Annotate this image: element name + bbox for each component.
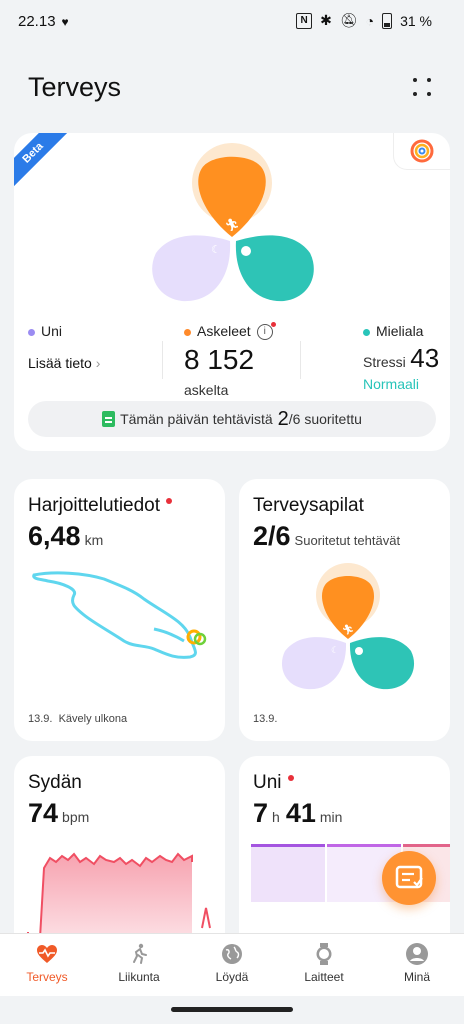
health-clover-title: Terveysapilat [253,495,364,516]
steps-runner-icon: 🏃︎ [342,624,355,636]
globe-icon [222,944,242,964]
checklist-icon [395,865,423,889]
sleep-dot [28,328,35,336]
activity-rings-icon [410,139,434,163]
status-bar: 22.13 ♥ N ✱ 🔕︎ ◔ 31 % [0,0,464,44]
add-sleep-data-link[interactable]: Lisää tieto › [28,355,100,371]
bottom-navigation: Terveys Liikunta Löydä Laitteet Minä [0,933,464,996]
heart-title: Sydän [28,772,82,793]
sleep-moon-icon: ☾ [211,244,221,256]
exercise-title: Harjoittelutiedot [28,495,161,516]
running-person-icon [133,943,147,964]
sleep-title: Uni [253,772,282,793]
info-icon[interactable]: i [256,322,276,341]
steps-unit: askelta [184,382,229,399]
mood-face-icon [241,246,251,256]
health-sync-icon: ♥ [61,15,69,29]
battery-icon [382,12,393,29]
nav-devices[interactable]: Laitteet [284,942,364,984]
exercise-footer: 13.9. Kävely ulkona [28,713,128,725]
status-icons: N ✱ 🔕︎ ◔ 31 % [296,12,432,29]
watch-icon [316,943,332,965]
exercise-distance: 6,48 km [28,521,104,551]
page-title: Terveys [28,72,122,102]
steps-value: 8 152 [184,344,255,376]
sleep-column[interactable]: Uni Lisää tieto › [28,323,100,371]
user-avatar-icon [406,943,428,965]
heart-pulse-icon [37,945,57,963]
nav-health[interactable]: Terveys [7,942,87,984]
mute-bell-icon: 🔕︎ [339,12,358,28]
sleep-duration: 7 h 41 min [253,798,343,828]
beta-badge: Beta [14,133,72,192]
tasks-completed: 2/6 Suoritetut tehtävät [253,521,401,551]
mini-clover-graphic: 🏃︎ ☾ [281,563,415,690]
battery-level: 31 % [400,12,432,29]
wifi-icon: ◔ [365,12,375,29]
new-indicator [287,774,294,781]
stress-status: Normaali [363,376,420,392]
divider [300,341,301,379]
tasks-fab-button[interactable] [382,851,436,905]
heart-rate-value: 74 bpm [28,798,90,828]
bluetooth-icon: ✱ [320,12,332,28]
route-map [32,571,207,659]
status-time: 22.13 ♥ [18,13,69,30]
task-document-icon [102,411,116,427]
steps-runner-icon: 🏃︎ [224,218,239,232]
stress-value: 43 [410,343,440,373]
nav-discover[interactable]: Löydä [192,942,272,984]
home-indicator[interactable] [171,1007,293,1012]
nav-me[interactable]: Minä [377,942,457,984]
divider [162,341,163,379]
steps-column[interactable]: Askeleet i 8 152 askelta [184,322,276,399]
daily-tasks-bar[interactable]: Tämän päivän tehtävistä 2/6 suoritettu [28,401,436,437]
mood-dot [363,328,370,336]
nfc-icon: N [296,12,313,29]
nav-exercise[interactable]: Liikunta [99,942,179,984]
health-summary-card[interactable]: Beta 🏃︎ ☾ Uni Lisää tieto › Askeleet i 8 … [14,133,450,451]
steps-dot [184,328,191,336]
heart-rate-card[interactable]: Sydän 74 bpm [14,756,225,956]
mood-column[interactable]: Mieliala Stressi 43 Normaali [363,323,439,392]
sleep-moon-icon: ☾ [331,645,339,655]
new-indicator [166,497,173,504]
activity-rings-button[interactable] [393,133,450,170]
more-options-icon[interactable] [413,78,433,98]
health-clover-date: 13.9. [253,713,278,725]
exercise-card[interactable]: Harjoittelutiedot 6,48 km 13.9. Kävely ul… [14,479,225,741]
mood-face-icon [355,647,363,655]
health-clover-graphic: 🏃︎ ☾ [152,143,314,302]
health-clover-card[interactable]: Terveysapilat 2/6 Suoritetut tehtävät 🏃︎ … [239,479,450,741]
